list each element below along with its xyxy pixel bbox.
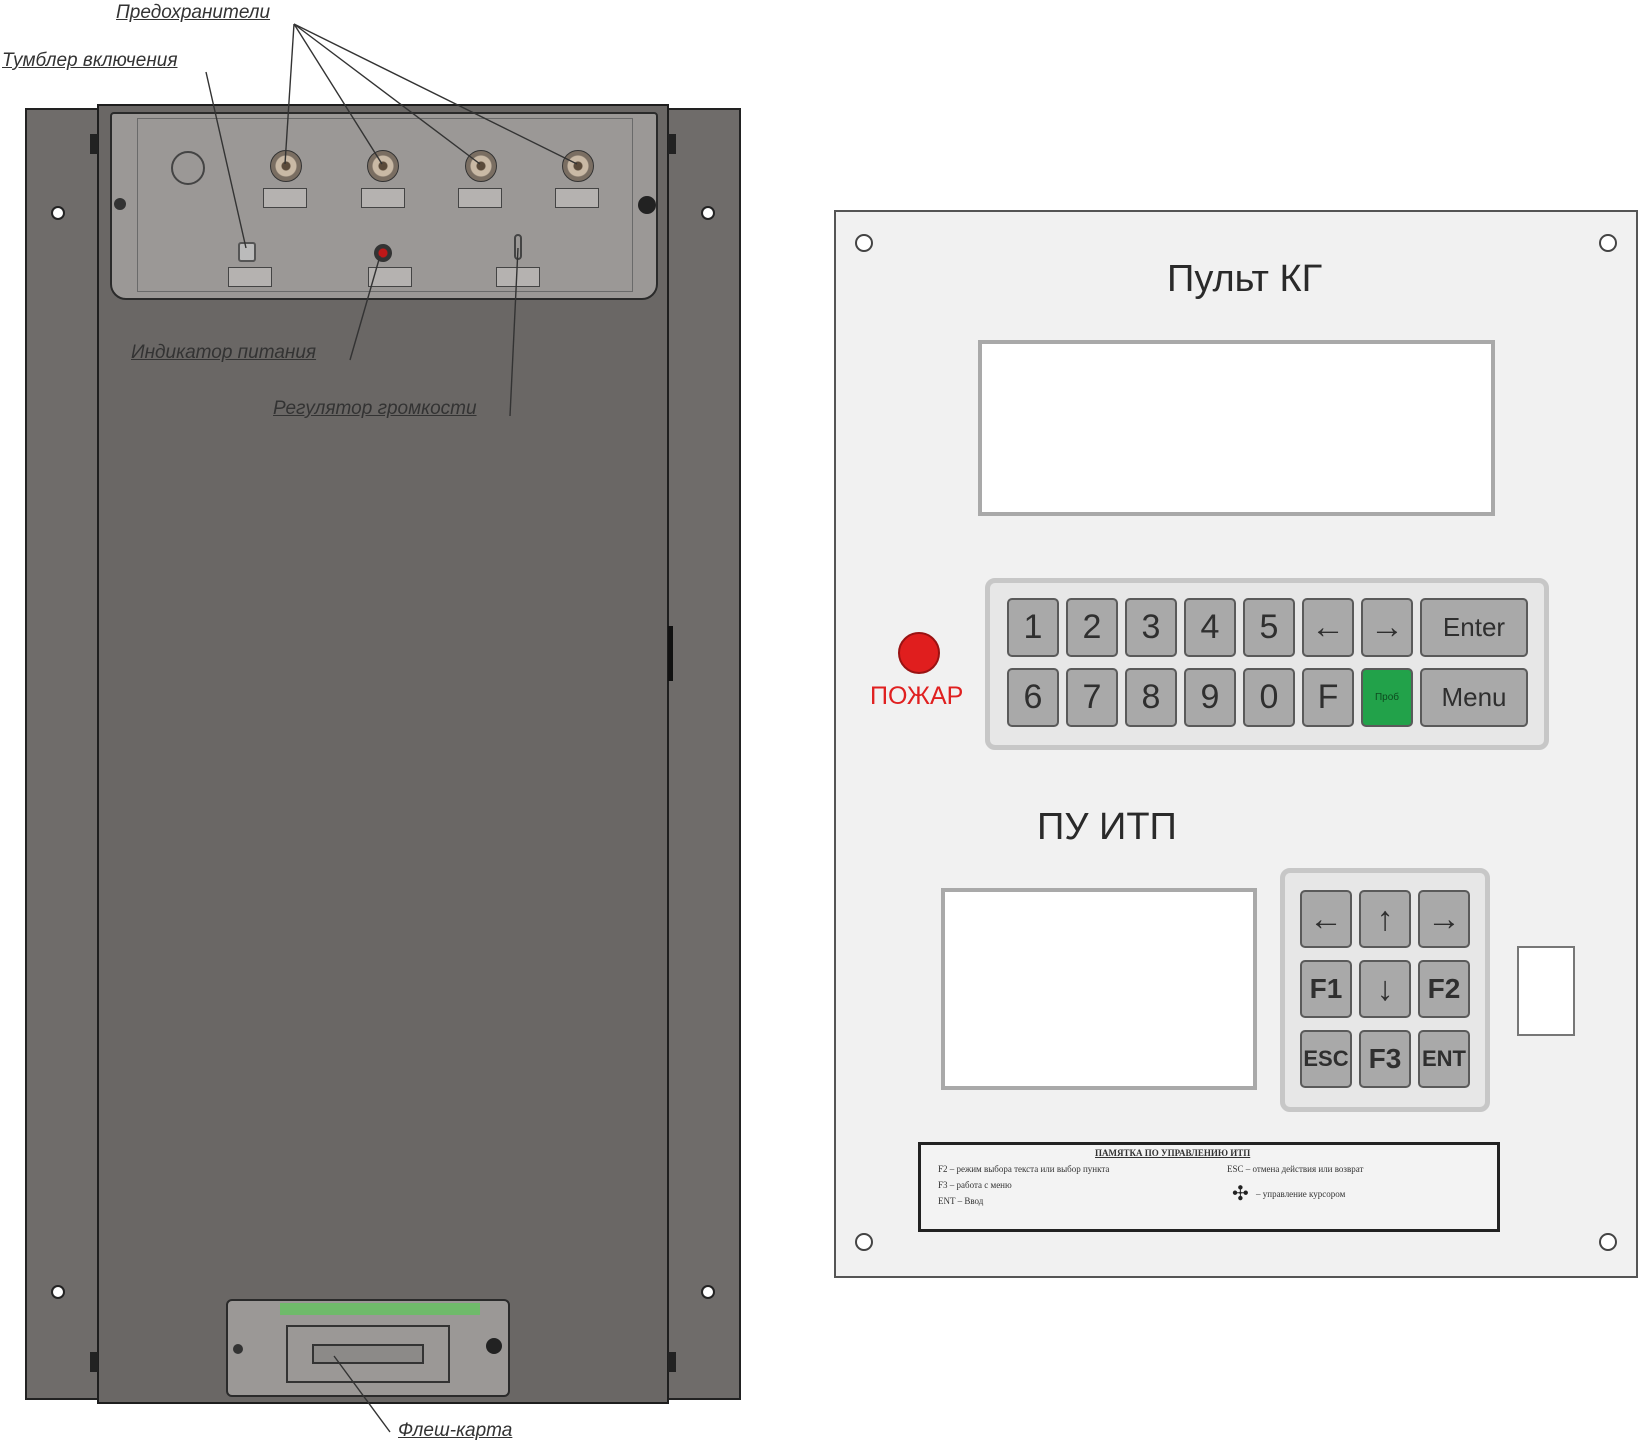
itp-key-right[interactable]: → — [1418, 890, 1470, 948]
power-indicator-label: Индикатор питания — [131, 342, 317, 363]
key-5[interactable]: 5 — [1243, 598, 1295, 657]
itp-key-up[interactable]: ↑ — [1359, 890, 1411, 948]
itp-key-left[interactable]: ← — [1300, 890, 1352, 948]
key-arrow-left[interactable]: ← — [1302, 598, 1354, 657]
key-3[interactable]: 3 — [1125, 598, 1177, 657]
card-reader-window — [1517, 946, 1575, 1036]
panel-mount-hole — [855, 234, 873, 252]
key-8[interactable]: 8 — [1125, 668, 1177, 727]
itp-key-down[interactable]: ↓ — [1359, 960, 1411, 1018]
itp-panel-title: ПУ ИТП — [1037, 806, 1177, 848]
memo-title: ПАМЯТКА ПО УПРАВЛЕНИЮ ИТП — [1095, 1148, 1251, 1158]
key-4[interactable]: 4 — [1184, 598, 1236, 657]
key-1[interactable]: 1 — [1007, 598, 1059, 657]
key-f[interactable]: F — [1302, 668, 1354, 727]
panel-mount-hole — [1599, 1233, 1617, 1251]
key-0[interactable]: 0 — [1243, 668, 1295, 727]
memo-line: – управление курсором — [1256, 1189, 1346, 1199]
key-menu[interactable]: Menu — [1420, 668, 1528, 727]
memo-line: ESC – отмена действия или возврат — [1227, 1164, 1364, 1174]
key-2[interactable]: 2 — [1066, 598, 1118, 657]
itp-key-f3[interactable]: F3 — [1359, 1030, 1411, 1088]
key-enter[interactable]: Enter — [1420, 598, 1528, 657]
fire-button[interactable] — [898, 632, 940, 674]
panel-mount-hole — [1599, 234, 1617, 252]
power-switch-label: Тумблер включения — [2, 50, 178, 71]
kg-display — [978, 340, 1495, 516]
memo-line: F2 – режим выбора текста или выбор пункт… — [938, 1164, 1110, 1174]
key-arrow-right[interactable]: → — [1361, 598, 1413, 657]
key-7[interactable]: 7 — [1066, 668, 1118, 727]
itp-key-f1[interactable]: F1 — [1300, 960, 1352, 1018]
key-test[interactable]: Проб — [1361, 668, 1413, 727]
flash-card-label: Флеш-карта — [398, 1420, 513, 1441]
memo-line: ENT – Ввод — [938, 1196, 984, 1206]
panel-mount-hole — [855, 1233, 873, 1251]
itp-key-f2[interactable]: F2 — [1418, 960, 1470, 1018]
fuses-label: Предохранители — [116, 2, 271, 23]
itp-display — [941, 888, 1257, 1090]
itp-key-esc[interactable]: ESC — [1300, 1030, 1352, 1088]
key-9[interactable]: 9 — [1184, 668, 1236, 727]
volume-regulator-label: Регулятор громкости — [273, 398, 477, 419]
key-6[interactable]: 6 — [1007, 668, 1059, 727]
itp-key-ent[interactable]: ENT — [1418, 1030, 1470, 1088]
memo-line: F3 – работа с меню — [938, 1180, 1012, 1190]
fire-label: ПОЖАР — [870, 682, 964, 710]
kg-panel-title: Пульт КГ — [1167, 258, 1323, 300]
cursor-cross-icon: ✣ — [1232, 1183, 1249, 1205]
